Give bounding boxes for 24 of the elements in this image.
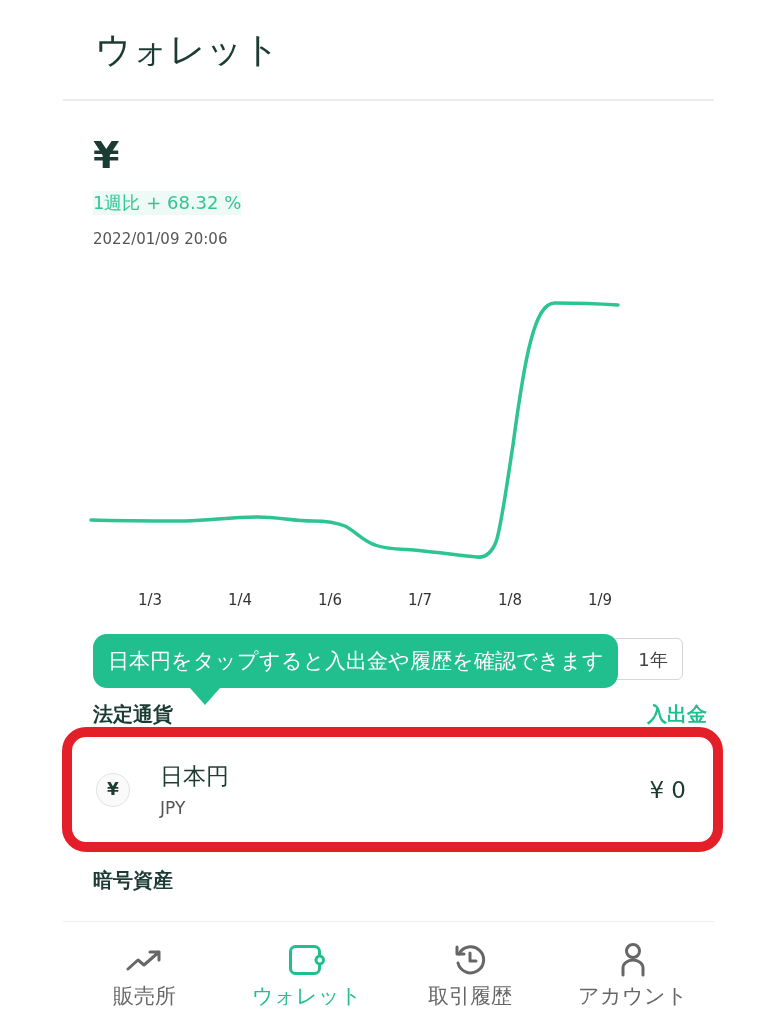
date-label: 1/9 — [587, 590, 613, 610]
currency-code: JPY — [160, 796, 187, 819]
trend-line-icon — [126, 949, 163, 971]
date-label: 1/7 — [407, 590, 433, 610]
section-title: 法定通貨 — [93, 702, 173, 726]
date-label: 1/3 — [137, 590, 163, 610]
tooltip-text: 日本円をタップすると入出金や履歴を確認できます — [108, 648, 604, 675]
date-label: 1/6 — [317, 590, 343, 610]
balance-amount: ¥ — [93, 133, 120, 177]
timestamp: 2022/01/09 20:06 — [93, 229, 228, 249]
wallet-icon — [289, 945, 326, 975]
person-icon — [619, 943, 646, 977]
nav-tab[interactable]: アカウント — [551, 922, 714, 1024]
nav-tab[interactable]: 取引履歴 — [388, 922, 552, 1024]
clock-arrow-icon — [453, 944, 486, 976]
section-title: 暗号資産 — [93, 868, 173, 892]
date-label: 1/8 — [497, 590, 523, 610]
nav-tab[interactable]: 販売所 — [63, 922, 226, 1024]
page-title: ウォレット — [95, 27, 280, 72]
weekly-change: 1週比 + 68.32 % — [93, 191, 242, 215]
currency-symbol: ¥ — [96, 772, 130, 807]
currency-name: 日本円 — [160, 761, 229, 791]
date-label: 1/4 — [227, 590, 253, 610]
currency-amount: ¥ 0 — [649, 775, 686, 805]
